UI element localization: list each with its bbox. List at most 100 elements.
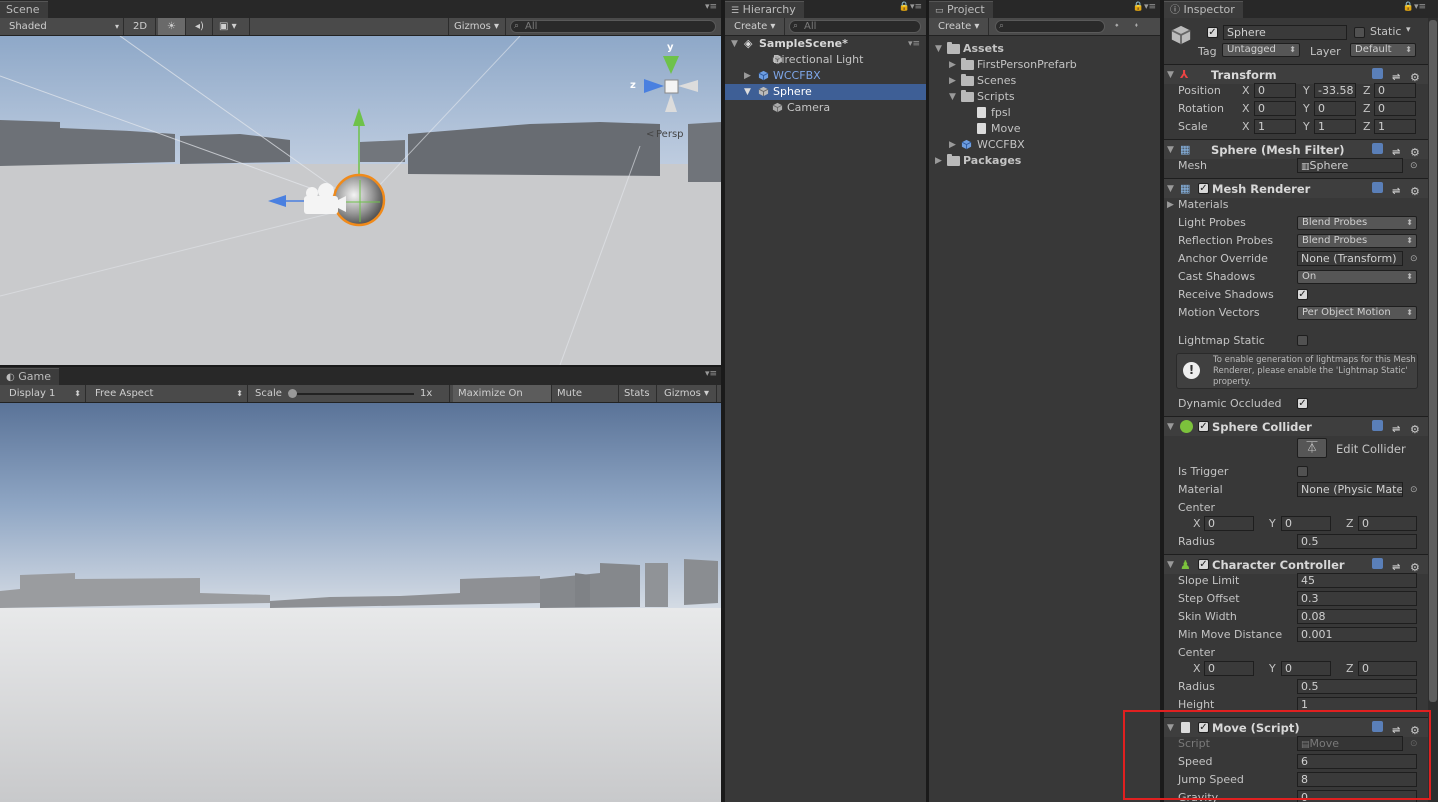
- object-picker-icon[interactable]: ⊙: [1410, 157, 1418, 175]
- 2d-toggle[interactable]: 2D: [128, 18, 156, 35]
- object-picker-icon[interactable]: ⊙: [1410, 250, 1418, 268]
- light-probes-dropdown[interactable]: Blend Probes: [1297, 216, 1417, 230]
- help-book-icon[interactable]: [1372, 420, 1383, 431]
- game-panel-menu-icon[interactable]: ▾≡: [705, 369, 717, 379]
- gear-icon[interactable]: ⚙: [1410, 182, 1421, 198]
- scene-root-row[interactable]: ▼ ◈ SampleScene* ▾≡: [725, 36, 926, 52]
- display-dropdown[interactable]: Display 1 ⬍: [4, 385, 86, 402]
- scene-search-input[interactable]: All: [510, 20, 716, 33]
- collider-center-z-field[interactable]: 0: [1358, 516, 1417, 531]
- project-item-fpsl[interactable]: fpsl: [929, 105, 1160, 121]
- tab-hierarchy[interactable]: ☰ Hierarchy: [725, 1, 804, 18]
- project-panel-menu-icon[interactable]: 🔒▾≡: [1133, 2, 1156, 12]
- persp-label[interactable]: Persp: [656, 129, 684, 140]
- project-item-assets[interactable]: ▼ Assets: [929, 41, 1160, 57]
- sphere-collider-header[interactable]: ▼ ✓ Sphere Collider ⇌ ⚙: [1164, 416, 1428, 436]
- object-picker-icon[interactable]: ⊙: [1410, 481, 1418, 499]
- mesh-field[interactable]: ▥Sphere: [1297, 158, 1403, 173]
- object-name-field[interactable]: Sphere: [1223, 25, 1347, 40]
- reflection-probes-dropdown[interactable]: Blend Probes: [1297, 234, 1417, 248]
- collapse-arrow-icon[interactable]: ▶: [744, 68, 751, 84]
- character-controller-header[interactable]: ▼ ♟ ✓ Character Controller ⇌ ⚙: [1164, 554, 1428, 574]
- scale-z-field[interactable]: 1: [1374, 119, 1416, 134]
- expand-arrow-icon[interactable]: ▼: [935, 41, 942, 57]
- hierarchy-item-wccfbx[interactable]: ▶ WCCFBX: [725, 68, 926, 84]
- static-checkbox[interactable]: [1354, 27, 1365, 38]
- mute-audio-toggle[interactable]: Mute Audio: [552, 385, 619, 416]
- controller-center-z-field[interactable]: 0: [1358, 661, 1417, 676]
- hierarchy-item-directional-light[interactable]: Directional Light: [725, 52, 926, 68]
- collider-material-field[interactable]: None (Physic Mate: [1297, 482, 1403, 497]
- help-book-icon[interactable]: [1372, 558, 1383, 569]
- skin-width-field[interactable]: 0.08: [1297, 609, 1417, 624]
- collapse-arrow-icon[interactable]: ▶: [1167, 196, 1174, 214]
- audio-toggle-icon[interactable]: ◂): [187, 18, 213, 35]
- inspector-scrollbar-thumb[interactable]: [1429, 20, 1437, 702]
- project-item-scripts[interactable]: ▼ Scripts: [929, 89, 1160, 105]
- hierarchy-panel-menu-icon[interactable]: 🔒▾≡: [899, 2, 922, 12]
- project-search-input[interactable]: [995, 20, 1105, 33]
- mesh-renderer-header[interactable]: ▼ ▦ ✓ Mesh Renderer ⇌ ⚙: [1164, 178, 1428, 198]
- scale-slider-thumb[interactable]: [288, 389, 297, 398]
- tab-project[interactable]: ▭ Project: [929, 1, 993, 18]
- lightmap-static-checkbox[interactable]: [1297, 335, 1308, 346]
- dynamic-occluded-checkbox[interactable]: ✓: [1297, 398, 1308, 409]
- gear-icon[interactable]: ⚙: [1410, 420, 1421, 436]
- enabled-checkbox[interactable]: ✓: [1198, 559, 1209, 570]
- scene-gizmos-dropdown[interactable]: Gizmos ▾: [448, 18, 506, 35]
- cast-shadows-dropdown[interactable]: On: [1297, 270, 1417, 284]
- preset-icon[interactable]: ⇌: [1392, 558, 1403, 573]
- active-checkbox[interactable]: ✓: [1207, 27, 1218, 38]
- rotation-x-field[interactable]: 0: [1254, 101, 1296, 116]
- help-book-icon[interactable]: [1372, 143, 1383, 154]
- maximize-on-play-toggle[interactable]: Maximize On Play: [453, 385, 552, 416]
- rotation-z-field[interactable]: 0: [1374, 101, 1416, 116]
- controller-radius-field[interactable]: 0.5: [1297, 679, 1417, 694]
- scene-viewport[interactable]: y z < Persp: [0, 36, 721, 365]
- hierarchy-search-input[interactable]: All: [789, 20, 921, 33]
- slope-limit-field[interactable]: 45: [1297, 573, 1417, 588]
- expand-arrow-icon[interactable]: ▼: [949, 89, 956, 105]
- anchor-override-field[interactable]: None (Transform): [1297, 251, 1403, 266]
- collider-center-x-field[interactable]: 0: [1204, 516, 1254, 531]
- collapse-arrow-icon[interactable]: ▶: [949, 57, 956, 73]
- motion-vectors-dropdown[interactable]: Per Object Motion: [1297, 306, 1417, 320]
- project-item-wccfbx[interactable]: ▶ WCCFBX: [929, 137, 1160, 153]
- scale-slider[interactable]: Scale 1x: [250, 385, 450, 402]
- project-item-scenes[interactable]: ▶ Scenes: [929, 73, 1160, 89]
- persp-label-arrow[interactable]: <: [646, 129, 654, 140]
- effects-dropdown-icon[interactable]: ▣ ▾: [214, 18, 250, 35]
- panel-menu-icon[interactable]: ▾≡: [705, 2, 717, 12]
- rotation-y-field[interactable]: 0: [1314, 101, 1356, 116]
- aspect-dropdown[interactable]: Free Aspect ⬍: [90, 385, 248, 402]
- gear-icon[interactable]: ⚙: [1410, 558, 1421, 574]
- game-viewport[interactable]: [0, 403, 721, 802]
- enabled-checkbox[interactable]: ✓: [1198, 183, 1209, 194]
- min-move-distance-field[interactable]: 0.001: [1297, 627, 1417, 642]
- scene-menu-icon[interactable]: ▾≡: [908, 36, 920, 52]
- hierarchy-item-sphere[interactable]: ▼ Sphere: [725, 84, 926, 100]
- collider-center-y-field[interactable]: 0: [1281, 516, 1331, 531]
- preset-icon[interactable]: ⇌: [1392, 143, 1403, 158]
- collapse-arrow-icon[interactable]: ▶: [949, 137, 956, 153]
- hierarchy-item-camera[interactable]: Camera: [725, 100, 926, 116]
- edit-collider-button[interactable]: ⏄: [1297, 438, 1327, 458]
- tag-dropdown[interactable]: Untagged: [1222, 43, 1300, 57]
- game-gizmos-dropdown[interactable]: Gizmos ▾: [659, 385, 717, 402]
- tab-scene[interactable]: Scene: [0, 1, 48, 18]
- receive-shadows-checkbox[interactable]: ✓: [1297, 289, 1308, 300]
- transform-header[interactable]: ▼ ⅄ Transform ⇌ ⚙: [1164, 64, 1428, 84]
- help-book-icon[interactable]: [1372, 68, 1383, 79]
- scale-y-field[interactable]: 1: [1314, 119, 1356, 134]
- inspector-scrollbar[interactable]: [1428, 18, 1438, 802]
- project-create-dropdown[interactable]: Create ▾: [933, 18, 989, 35]
- static-dropdown-icon[interactable]: ▾: [1406, 25, 1411, 35]
- tab-inspector[interactable]: ⓘ Inspector: [1164, 1, 1243, 18]
- lighting-toggle-icon[interactable]: ☀: [158, 18, 186, 35]
- stats-toggle[interactable]: Stats: [619, 385, 657, 402]
- scale-x-field[interactable]: 1: [1254, 119, 1296, 134]
- position-x-field[interactable]: 0: [1254, 83, 1296, 98]
- filter-label-icon[interactable]: ⬪: [1135, 20, 1138, 31]
- preset-icon[interactable]: ⇌: [1392, 420, 1403, 435]
- filter-type-icon[interactable]: ⬩: [1115, 20, 1119, 31]
